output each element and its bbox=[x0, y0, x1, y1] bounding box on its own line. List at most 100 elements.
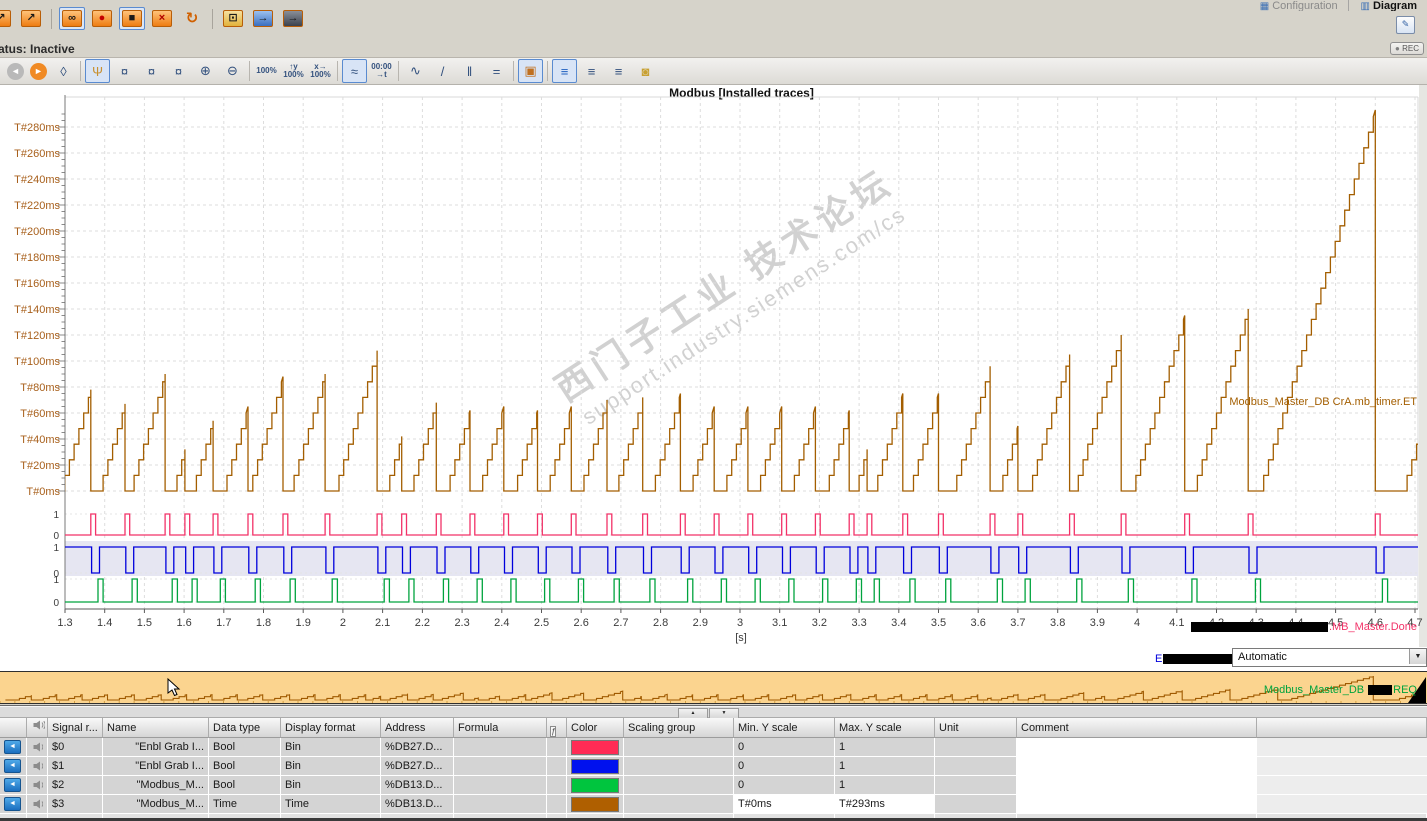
horizontal-cursors-icon[interactable]: = bbox=[484, 59, 509, 83]
cell-fo[interactable] bbox=[547, 738, 567, 757]
cell-scaling_group[interactable] bbox=[624, 738, 734, 757]
cell-display_format[interactable]: Bin bbox=[281, 776, 381, 795]
monitor-trace-icon[interactable]: ∞ bbox=[59, 7, 85, 30]
properties-icon[interactable]: ✎ bbox=[1396, 16, 1415, 34]
cell-color[interactable] bbox=[567, 776, 624, 795]
delete-trace-icon[interactable]: × bbox=[149, 7, 175, 30]
align-right-icon[interactable]: ≡ bbox=[606, 59, 631, 83]
cell-min_y[interactable]: 0 bbox=[734, 776, 835, 795]
cell-data_type[interactable]: Bool bbox=[209, 757, 281, 776]
column-header-display_format[interactable]: Display format bbox=[281, 718, 381, 738]
cell-min_y[interactable]: 0 bbox=[734, 738, 835, 757]
cell-min_y[interactable]: T#0ms bbox=[734, 795, 835, 814]
cell-formula[interactable] bbox=[454, 738, 547, 757]
pan-hand-icon[interactable]: Ψ bbox=[85, 59, 110, 83]
column-header-comment[interactable]: Comment bbox=[1017, 718, 1257, 738]
chevron-down-icon[interactable]: ▼ bbox=[1409, 649, 1426, 664]
add-trace-icon[interactable]: ↗ bbox=[18, 7, 44, 30]
cell-data_type[interactable]: Time bbox=[209, 795, 281, 814]
column-header-unit[interactable]: Unit bbox=[935, 718, 1017, 738]
cell-display_format[interactable]: Bin bbox=[281, 757, 381, 776]
trace-diagram[interactable]: Modbus [Installed traces] 西门子工业 技术论坛 sup… bbox=[0, 85, 1427, 671]
cell-comment[interactable] bbox=[1017, 776, 1257, 795]
cell-scaling_group[interactable] bbox=[624, 795, 734, 814]
cell-min_y[interactable]: 0 bbox=[734, 757, 835, 776]
export-trace-dark-icon[interactable]: → bbox=[280, 7, 306, 30]
column-header-color[interactable]: Color bbox=[567, 718, 624, 738]
cell-signal[interactable]: $2 bbox=[48, 776, 103, 795]
move-axis-icon[interactable]: ▣ bbox=[518, 59, 543, 83]
nav-forward-icon[interactable]: ► bbox=[30, 63, 47, 80]
cell-address[interactable]: %DB13.D... bbox=[381, 776, 454, 795]
stop-trace-icon[interactable]: ■ bbox=[119, 7, 145, 30]
zoom-region-icon[interactable]: ¤ bbox=[166, 59, 191, 83]
vertical-cursors-icon[interactable]: ‖ bbox=[457, 59, 482, 83]
cell-name[interactable]: "Enbl Grab I... bbox=[103, 738, 209, 757]
cell-comment[interactable] bbox=[1017, 795, 1257, 814]
rec-indicator[interactable]: ● REC bbox=[1390, 42, 1424, 55]
cell-icon2[interactable] bbox=[27, 795, 48, 814]
cell-formula[interactable] bbox=[454, 757, 547, 776]
trace-plot[interactable]: T#0msT#20msT#40msT#60msT#80msT#100msT#12… bbox=[0, 85, 1427, 647]
tab-diagram[interactable]: ▥Diagram bbox=[1353, 0, 1425, 11]
cell-color[interactable] bbox=[567, 738, 624, 757]
show-samples-icon[interactable]: ∿ bbox=[403, 59, 428, 83]
column-header-address[interactable]: Address bbox=[381, 718, 454, 738]
column-header-signal[interactable]: Signal r... bbox=[48, 718, 103, 738]
cell-icon1[interactable]: ◄ bbox=[0, 738, 27, 757]
cell-icon2[interactable] bbox=[27, 757, 48, 776]
cell-address[interactable]: %DB13.D... bbox=[381, 795, 454, 814]
fit-view-icon[interactable]: ≈ bbox=[342, 59, 367, 83]
select-cursor-icon[interactable]: ◊ bbox=[51, 59, 76, 83]
cell-signal[interactable]: $3 bbox=[48, 795, 103, 814]
cell-icon1[interactable]: ◄ bbox=[0, 795, 27, 814]
column-header-max_y[interactable]: Max. Y scale bbox=[835, 718, 935, 738]
legend-icon[interactable]: ≡ bbox=[552, 59, 577, 83]
zoom-select-icon[interactable]: ¤ bbox=[112, 59, 137, 83]
cell-icon2[interactable] bbox=[27, 776, 48, 795]
interpolation-icon[interactable]: / bbox=[430, 59, 455, 83]
column-header-formula[interactable]: Formula bbox=[454, 718, 547, 738]
copy-trace-icon[interactable]: ⊡ bbox=[220, 7, 246, 30]
y-scale-100-icon[interactable]: ↑y 100% bbox=[281, 59, 306, 83]
cell-max_y[interactable]: T#293ms bbox=[835, 795, 935, 814]
overview-strip[interactable] bbox=[0, 671, 1427, 706]
column-header-scaling_group[interactable]: Scaling group bbox=[624, 718, 734, 738]
cell-address[interactable]: %DB27.D... bbox=[381, 757, 454, 776]
zoom-out-icon[interactable]: ⊖ bbox=[220, 59, 245, 83]
cell-display_format[interactable]: Time bbox=[281, 795, 381, 814]
cell-scaling_group[interactable] bbox=[624, 776, 734, 795]
cell-fo[interactable] bbox=[547, 776, 567, 795]
nav-back-icon[interactable]: ◄ bbox=[7, 63, 24, 80]
column-header-data_type[interactable]: Data type bbox=[209, 718, 281, 738]
cell-max_y[interactable]: 1 bbox=[835, 776, 935, 795]
cell-icon2[interactable] bbox=[27, 738, 48, 757]
zoom-in-icon[interactable]: ⊕ bbox=[193, 59, 218, 83]
cell-name[interactable]: "Enbl Grab I... bbox=[103, 757, 209, 776]
cell-formula[interactable] bbox=[454, 776, 547, 795]
trace-clipped-icon[interactable]: ↗ bbox=[0, 7, 14, 30]
cell-address[interactable]: %DB27.D... bbox=[381, 738, 454, 757]
cell-max_y[interactable]: 1 bbox=[835, 757, 935, 776]
x-scale-100-icon[interactable]: x→ 100% bbox=[308, 59, 333, 83]
background-color-icon[interactable]: ◙ bbox=[633, 59, 658, 83]
align-left-icon[interactable]: ≡ bbox=[579, 59, 604, 83]
time-alignment-icon[interactable]: 00:00 →t bbox=[369, 59, 394, 83]
column-header-min_y[interactable]: Min. Y scale bbox=[734, 718, 835, 738]
cell-max_y[interactable]: 1 bbox=[835, 738, 935, 757]
cell-fo[interactable] bbox=[547, 757, 567, 776]
cell-name[interactable]: "Modbus_M... bbox=[103, 795, 209, 814]
zoom-dynamic-icon[interactable]: ¤ bbox=[139, 59, 164, 83]
cell-signal[interactable]: $0 bbox=[48, 738, 103, 757]
cell-unit[interactable] bbox=[935, 795, 1017, 814]
pane-splitter[interactable]: ▲ ▼ bbox=[0, 706, 1427, 718]
cell-comment[interactable] bbox=[1017, 757, 1257, 776]
cell-display_format[interactable]: Bin bbox=[281, 738, 381, 757]
cell-formula[interactable] bbox=[454, 795, 547, 814]
cell-fo[interactable] bbox=[547, 795, 567, 814]
cell-unit[interactable] bbox=[935, 757, 1017, 776]
zoom-100-icon[interactable]: 100% bbox=[254, 59, 279, 83]
cell-data_type[interactable]: Bool bbox=[209, 738, 281, 757]
export-trace-icon[interactable]: → bbox=[250, 7, 276, 30]
cell-unit[interactable] bbox=[935, 738, 1017, 757]
